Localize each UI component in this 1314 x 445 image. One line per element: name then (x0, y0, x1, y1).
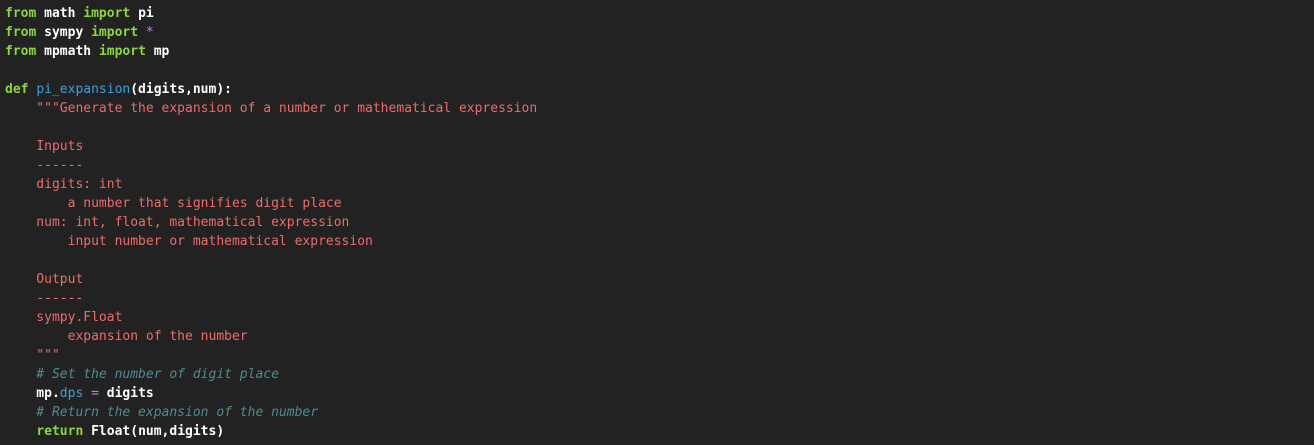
code-line[interactable]: digits: int (0, 175, 1314, 194)
code-line[interactable]: def pi_expansion(digits,num): (0, 80, 1314, 99)
keyword-token: def (5, 82, 29, 97)
string-token: Output (5, 272, 84, 287)
code-line[interactable]: input number or mathematical expression (0, 232, 1314, 251)
operator-token: = (91, 386, 99, 401)
string-token: sympy.Float (5, 310, 123, 325)
string-token: num: int, float, mathematical expression (5, 215, 350, 230)
keyword-token: import (98, 44, 146, 59)
keyword-token: from (5, 25, 37, 40)
code-line[interactable]: num: int, float, mathematical expression (0, 213, 1314, 232)
code-line[interactable]: sympy.Float (0, 308, 1314, 327)
code-line[interactable]: """ (0, 346, 1314, 365)
string-token: expansion of the number (5, 329, 248, 344)
code-line[interactable]: ------ (0, 289, 1314, 308)
code-line[interactable]: from sympy import * (0, 23, 1314, 42)
code-token: (digits,num): (130, 82, 232, 97)
code-line[interactable]: from mpmath import mp (0, 42, 1314, 61)
code-token: sympy (36, 25, 92, 40)
keyword-token: from (5, 6, 37, 21)
string-token: ------ (5, 291, 84, 306)
string-token: digits: int (5, 177, 123, 192)
code-line[interactable]: return Float(num,digits) (0, 422, 1314, 441)
code-token: mpmath (36, 44, 99, 59)
string-token: ------ (5, 158, 84, 173)
string-token: """ (5, 348, 60, 363)
code-line[interactable]: ------ (0, 156, 1314, 175)
code-line[interactable]: a number that signifies digit place (0, 194, 1314, 213)
code-line[interactable]: # Return the expansion of the number (0, 403, 1314, 422)
string-token: a number that signifies digit place (5, 196, 342, 211)
comment-token: # Set the number of digit place (5, 367, 279, 382)
function-name-token: pi_expansion (36, 82, 131, 97)
keyword-token: import (91, 25, 139, 40)
code-line[interactable] (0, 61, 1314, 80)
code-line[interactable]: # Set the number of digit place (0, 365, 1314, 384)
code-editor[interactable]: from math import pi from sympy import * fr… (0, 0, 1314, 445)
keyword-token: from (5, 44, 37, 59)
string-token: input number or mathematical expression (5, 234, 373, 249)
attribute-token: dps (59, 386, 84, 401)
code-line[interactable]: from math import pi (0, 4, 1314, 23)
code-line[interactable]: """Generate the expansion of a number or… (0, 99, 1314, 118)
keyword-token: return (36, 424, 84, 439)
code-line[interactable]: Output (0, 270, 1314, 289)
code-token: mp (145, 44, 170, 59)
operator-token: * (145, 25, 154, 40)
code-token: pi (130, 6, 154, 21)
code-token: math (36, 6, 84, 21)
comment-token: # Return the expansion of the number (5, 405, 319, 420)
code-line[interactable]: Inputs (0, 137, 1314, 156)
code-line[interactable]: mp.dps = digits (0, 384, 1314, 403)
code-line[interactable] (0, 118, 1314, 137)
string-token: """Generate the expansion of a number or… (5, 101, 538, 116)
string-token: Inputs (5, 139, 84, 154)
code-line[interactable] (0, 251, 1314, 270)
code-token: Float(num,digits) (83, 424, 225, 439)
code-token: digits (98, 386, 154, 401)
keyword-token: import (83, 6, 131, 21)
code-token: mp. (5, 386, 60, 401)
code-line[interactable]: expansion of the number (0, 327, 1314, 346)
